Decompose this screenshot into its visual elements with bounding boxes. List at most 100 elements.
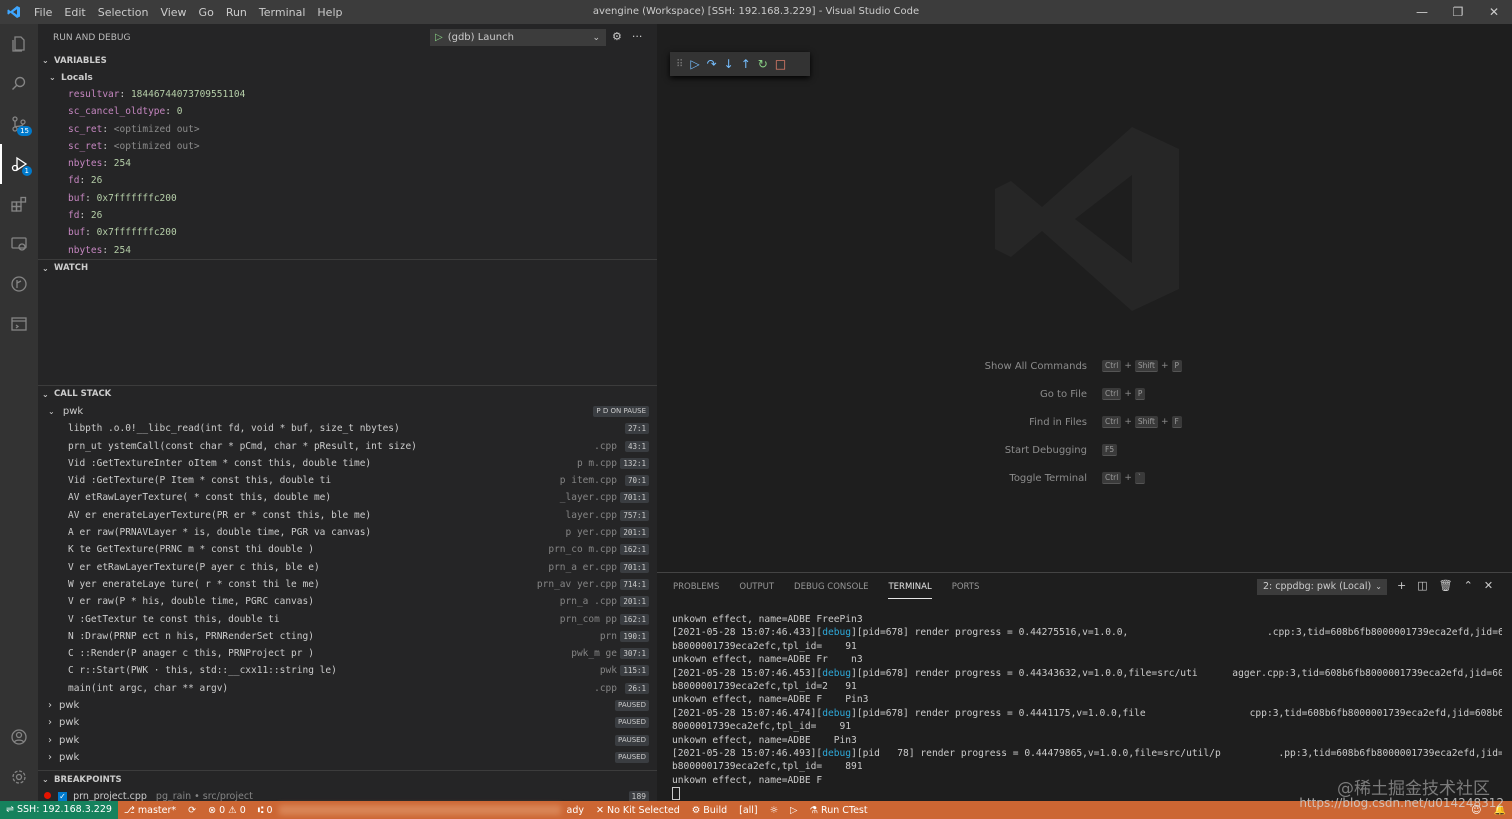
remote-indicator[interactable]: ⇌ SSH: 192.168.3.229 xyxy=(0,801,118,819)
launch-settings-gear-icon[interactable]: ⚙ xyxy=(612,30,622,43)
breakpoint-item[interactable]: ✓ prn_project.cpp pg_rain • src/project … xyxy=(38,788,657,801)
build-button[interactable]: ⚙ Build xyxy=(686,805,733,816)
trash-icon[interactable]: 🗑 xyxy=(1439,579,1453,592)
terminal-output[interactable]: unkown effect, name=ADBE FreePin3 [2021-0… xyxy=(672,613,1502,801)
source-control-icon[interactable]: 15 xyxy=(0,104,38,144)
ready-status: ady xyxy=(566,804,584,816)
ports-indicator[interactable]: ⑆ 0 xyxy=(252,805,279,816)
menu-edit[interactable]: Edit xyxy=(58,6,91,19)
close-window-button[interactable]: ✕ xyxy=(1476,0,1512,24)
kit-selector[interactable]: ✕ No Kit Selected xyxy=(590,805,686,816)
frame-function: K te GetTexture(PRNC m * const thi doubl… xyxy=(68,544,314,556)
thread-item[interactable]: › pwk PAUSED xyxy=(38,697,657,714)
build-label: Build xyxy=(703,804,728,816)
gear-icon[interactable] xyxy=(0,757,38,797)
terminal-view-icon[interactable] xyxy=(0,304,38,344)
stack-frame[interactable]: Vid :GetTextureInter oItem * const this,… xyxy=(38,455,657,472)
drag-handle-icon[interactable]: ⠿ xyxy=(676,59,683,70)
menu-view[interactable]: View xyxy=(154,6,192,19)
variable-row[interactable]: fd: 26 xyxy=(38,207,657,224)
thread-item[interactable]: › pwk PAUSED xyxy=(38,749,657,766)
variable-row[interactable]: nbytes: 254 xyxy=(38,242,657,259)
variable-row[interactable]: sc_cancel_oldtype: 0 xyxy=(38,103,657,120)
stack-frame[interactable]: A er raw(PRNAVLayer * is, double time, P… xyxy=(38,524,657,541)
new-terminal-icon[interactable]: + xyxy=(1397,579,1406,592)
tab-problems[interactable]: PROBLEMS xyxy=(663,573,729,601)
minimize-button[interactable]: — xyxy=(1404,0,1440,24)
keybinding-key: Ctrl xyxy=(1102,416,1122,428)
account-icon[interactable] xyxy=(0,717,38,757)
terminal-select-label: 2: cppdbg: pwk (Local) xyxy=(1263,581,1372,592)
variable-row[interactable]: buf: 0x7fffffffc200 xyxy=(38,190,657,207)
thread-item[interactable]: › pwk PAUSED xyxy=(38,714,657,731)
variable-row[interactable]: nbytes: 254 xyxy=(38,155,657,172)
start-debugging-icon[interactable]: ▷ xyxy=(435,32,443,43)
build-target[interactable]: [all] xyxy=(733,805,764,816)
breakpoint-checkbox[interactable]: ✓ xyxy=(58,792,68,801)
menu-help[interactable]: Help xyxy=(311,6,348,19)
locals-scope[interactable]: ⌄ Locals xyxy=(38,69,657,86)
terminal-select[interactable]: 2: cppdbg: pwk (Local) ⌄ xyxy=(1257,579,1387,595)
variable-row[interactable]: fd: 26 xyxy=(38,172,657,189)
frame-file: _layer.cpp xyxy=(559,492,617,504)
stack-frame[interactable]: V :GetTextur te const this, double ti prn… xyxy=(38,611,657,628)
watch-section-header[interactable]: ⌄ WATCH xyxy=(38,260,657,277)
explorer-icon[interactable] xyxy=(0,24,38,64)
stack-frame[interactable]: AV er enerateLayerTexture(PR er * const … xyxy=(38,507,657,524)
step-out-icon[interactable]: ↑ xyxy=(741,57,751,71)
launch-config-select[interactable]: ▷ (gdb) Launch ⌄ xyxy=(430,29,606,46)
run-debug-icon[interactable]: 1 xyxy=(0,144,38,184)
maximize-panel-icon[interactable]: ⌃ xyxy=(1464,579,1473,592)
stack-frame[interactable]: K te GetTexture(PRNC m * const thi doubl… xyxy=(38,541,657,558)
callstack-section-header[interactable]: ⌄ CALL STACK xyxy=(38,386,657,403)
problems-indicator[interactable]: ⊗ 0 ⚠ 0 xyxy=(202,805,252,816)
menu-go[interactable]: Go xyxy=(193,6,220,19)
thread-main[interactable]: ⌄ pwk P D ON PAUSE xyxy=(38,403,657,420)
run-icon[interactable]: ▷ xyxy=(784,805,803,816)
extensions-icon[interactable] xyxy=(0,184,38,224)
step-over-icon[interactable]: ↷ xyxy=(707,57,717,71)
stack-frame[interactable]: libpth .o.0!__libc_read(int fd, void * b… xyxy=(38,420,657,437)
stack-frame[interactable]: N :Draw(PRNP ect n his, PRNRenderSet cti… xyxy=(38,628,657,645)
run-ctest-button[interactable]: ⚗ Run CTest xyxy=(803,805,873,816)
tab-debug-console[interactable]: DEBUG CONSOLE xyxy=(784,573,878,601)
menu-run[interactable]: Run xyxy=(220,6,253,19)
maximize-button[interactable]: ❐ xyxy=(1440,0,1476,24)
menu-selection[interactable]: Selection xyxy=(92,6,155,19)
more-actions-icon[interactable]: ··· xyxy=(632,30,643,43)
restart-icon[interactable]: ↻ xyxy=(758,57,768,71)
tab-terminal[interactable]: TERMINAL xyxy=(878,573,941,601)
stop-icon[interactable]: □ xyxy=(775,57,786,71)
variable-row[interactable]: buf: 0x7fffffffc200 xyxy=(38,224,657,241)
step-into-icon[interactable]: ↓ xyxy=(724,57,734,71)
variables-section-header[interactable]: ⌄ VARIABLES xyxy=(38,52,657,69)
breakpoints-section-header[interactable]: ⌄ BREAKPOINTS xyxy=(38,771,657,788)
git-graph-icon[interactable] xyxy=(0,264,38,304)
stack-frame[interactable]: C ::Render(P anager c this, PRNProject p… xyxy=(38,645,657,662)
remote-explorer-icon[interactable] xyxy=(0,224,38,264)
stack-frame[interactable]: C r::Start(PWK · this, std::__cxx11::str… xyxy=(38,662,657,679)
continue-icon[interactable]: ▷ xyxy=(690,57,699,71)
stack-frame[interactable]: AV etRawLayerTexture( * const this, doub… xyxy=(38,489,657,506)
stack-frame[interactable]: Vid :GetTexture(P Item * const this, dou… xyxy=(38,472,657,489)
variable-row[interactable]: sc_ret: <optimized out> xyxy=(38,121,657,138)
stack-frame[interactable]: V er raw(P * his, double time, PGRC canv… xyxy=(38,593,657,610)
tab-ports[interactable]: PORTS xyxy=(942,573,990,601)
stack-frame[interactable]: V er etRawLayerTexture(P ayer c this, bl… xyxy=(38,559,657,576)
tab-output[interactable]: OUTPUT xyxy=(729,573,784,601)
thread-name: pwk xyxy=(62,405,84,417)
stack-frame[interactable]: W yer enerateLaye ture( r * const thi le… xyxy=(38,576,657,593)
menu-file[interactable]: File xyxy=(28,6,58,19)
stack-frame[interactable]: prn_ut ystemCall(const char * pCmd, char… xyxy=(38,438,657,455)
menu-terminal[interactable]: Terminal xyxy=(253,6,312,19)
split-terminal-icon[interactable]: ◫ xyxy=(1417,579,1427,592)
close-panel-icon[interactable]: ✕ xyxy=(1484,579,1493,592)
variable-row[interactable]: sc_ret: <optimized out> xyxy=(38,138,657,155)
thread-item[interactable]: › pwk PAUSED xyxy=(38,732,657,749)
branch-indicator[interactable]: ⎇ master* xyxy=(118,805,182,816)
variable-row[interactable]: resultvar: 18446744073709551104 xyxy=(38,86,657,103)
debug-bug-icon[interactable]: ☼ xyxy=(764,805,785,816)
stack-frame[interactable]: main(int argc, char ** argv) .cpp 26:1 xyxy=(38,680,657,697)
search-icon[interactable] xyxy=(0,64,38,104)
sync-icon[interactable]: ⟳ xyxy=(182,805,202,816)
